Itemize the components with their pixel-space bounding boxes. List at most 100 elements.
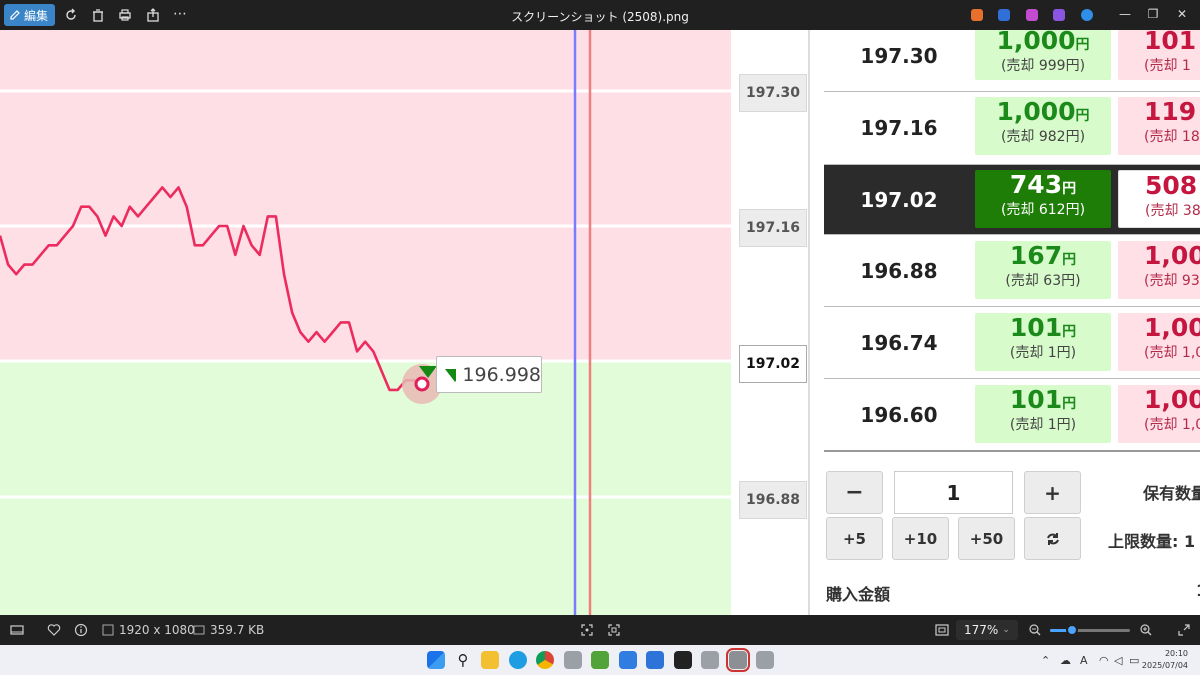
sell-cell[interactable]: 1,00 (売却 1,00 <box>1118 313 1200 371</box>
ime-indicator[interactable]: A <box>1080 654 1088 667</box>
buy-amount: 167 <box>1009 241 1063 270</box>
edge-icon[interactable] <box>509 651 527 669</box>
file-explorer-icon[interactable] <box>481 651 499 669</box>
sell-sub: (売却 18 <box>1144 129 1200 145</box>
down-triangle-icon <box>445 368 457 382</box>
photos-icon[interactable] <box>646 651 664 669</box>
chevron-down-icon: ⌄ <box>1002 625 1010 635</box>
table-row: 196.60 101円 (売却 1円) 1,00 (売却 1,00 <box>824 379 1200 452</box>
info-icon[interactable] <box>74 623 88 637</box>
app-icon[interactable] <box>756 651 774 669</box>
axis-label: 196.88 <box>739 481 807 519</box>
row-price: 197.02 <box>860 188 938 212</box>
reset-button[interactable] <box>1024 517 1081 560</box>
sell-cell[interactable]: 119 (売却 18 <box>1118 97 1200 155</box>
status-bar: 1920 x 1080 359.7 KB 177% ⌄ <box>0 615 1200 645</box>
sell-cell[interactable]: 508 (売却 38 <box>1118 170 1200 228</box>
lower-zone <box>0 361 731 615</box>
cloud-icon[interactable]: ☁ <box>1060 654 1071 667</box>
divider <box>808 30 810 615</box>
buy-unit: 円 <box>1062 324 1077 340</box>
sell-cell[interactable]: 1,00 (売却 1,00 <box>1118 385 1200 443</box>
window-title: スクリーンショット (2508).png <box>511 10 689 24</box>
app-icon[interactable] <box>674 651 692 669</box>
plus-5-button[interactable]: +5 <box>826 517 883 560</box>
app-icon[interactable] <box>701 651 719 669</box>
wifi-icon[interactable]: ◠ <box>1099 654 1109 667</box>
increment-button[interactable]: + <box>1024 471 1081 514</box>
taskbar: ⚲ ⌃ ☁ A ◠ ◁ ▭ 20:10 2025/07/04 <box>0 645 1200 675</box>
designer-icon[interactable] <box>998 9 1010 21</box>
zoom-in-icon[interactable] <box>1139 623 1153 637</box>
onenote-icon[interactable] <box>1053 9 1065 21</box>
chrome-icon[interactable] <box>536 651 554 669</box>
search-icon[interactable]: ⚲ <box>454 651 472 669</box>
restore-icon[interactable]: ❐ <box>1145 7 1161 21</box>
table-row-current: 197.02 743円 (売却 612円) 508 (売却 38 <box>824 165 1200 235</box>
chart-svg <box>0 30 731 615</box>
minimize-icon[interactable]: — <box>1117 7 1133 21</box>
chevron-up-icon[interactable]: ⌃ <box>1041 654 1050 667</box>
image-size-icon <box>101 623 115 637</box>
buy-cell[interactable]: 167円 (売却 63円) <box>975 241 1111 299</box>
buy-amount: 101 <box>1009 385 1063 414</box>
buy-cell[interactable]: 101円 (売却 1円) <box>975 385 1111 443</box>
buy-sub: (売却 982円) <box>1000 129 1086 145</box>
file-size: 359.7 KB <box>192 623 264 637</box>
sell-sub: (売却 1,00 <box>1144 417 1200 433</box>
quantity-input[interactable]: 1 <box>894 471 1013 514</box>
buy-cell[interactable]: 743円 (売却 612円) <box>975 170 1111 228</box>
filesize-text: 359.7 KB <box>210 623 265 637</box>
purchase-amount-label: 購入金額 <box>826 585 891 604</box>
price-axis: 197.30 197.16 197.02 196.88 <box>731 30 824 615</box>
row-price: 196.60 <box>860 403 938 427</box>
clipchamp-icon[interactable] <box>1026 9 1038 21</box>
paint-icon[interactable] <box>591 651 609 669</box>
buy-amount: 1,000 <box>996 97 1076 126</box>
sell-cell[interactable]: 1,00 (売却 93 <box>1118 241 1200 299</box>
buy-cell[interactable]: 1,000円 (売却 999円) <box>975 30 1111 80</box>
row-price: 196.74 <box>860 331 938 355</box>
app-icon[interactable] <box>564 651 582 669</box>
buy-sub: (売却 1円) <box>1009 417 1077 433</box>
axis-label: 197.16 <box>739 209 807 247</box>
table-row: 197.16 1,000円 (売却 982円) 119 (売却 18 <box>824 92 1200 165</box>
app-icon-active[interactable] <box>726 648 750 672</box>
zoom-slider-thumb[interactable] <box>1065 624 1078 636</box>
sell-amount: 1,00 <box>1144 313 1200 342</box>
buy-unit: 円 <box>1062 396 1077 412</box>
zoom-dropdown[interactable]: 177% ⌄ <box>956 620 1018 640</box>
sell-cell[interactable]: 101 (売却 1 <box>1118 30 1200 80</box>
marker-value: 196.998 <box>462 363 541 386</box>
favorite-icon[interactable] <box>47 623 61 637</box>
photos-app-window: { "titlebar": { "edit_label": "編集", "win… <box>0 0 1200 675</box>
clock[interactable]: 20:10 2025/07/04 <box>1142 648 1188 672</box>
close-icon[interactable]: ✕ <box>1174 7 1190 21</box>
crop-icon[interactable] <box>580 623 594 637</box>
decrement-button[interactable]: − <box>826 471 883 514</box>
notepad-icon[interactable] <box>619 651 637 669</box>
fit-window-icon[interactable] <box>935 623 949 637</box>
buy-cell[interactable]: 101円 (売却 1円) <box>975 313 1111 371</box>
last-price-dot <box>414 376 430 392</box>
volume-icon[interactable]: ◁ <box>1114 654 1122 667</box>
onedrive-icon[interactable] <box>1081 9 1093 21</box>
buy-amount: 101 <box>1009 313 1063 342</box>
sell-amount: 1,00 <box>1144 385 1200 414</box>
title-bar: 編集 ⋯ スクリーンショット (2508).png — ❐ ✕ <box>0 0 1200 30</box>
plus-50-button[interactable]: +50 <box>958 517 1015 560</box>
buy-cell[interactable]: 1,000円 (売却 982円) <box>975 97 1111 155</box>
filmstrip-icon[interactable] <box>10 623 24 637</box>
start-icon[interactable] <box>427 651 445 669</box>
buy-unit: 円 <box>1075 108 1090 124</box>
refresh-icon <box>1046 532 1059 545</box>
text-select-icon[interactable] <box>607 623 621 637</box>
copilot-icon[interactable] <box>971 9 983 21</box>
battery-icon[interactable]: ▭ <box>1129 654 1139 667</box>
zoom-out-icon[interactable] <box>1028 623 1042 637</box>
fullscreen-icon[interactable] <box>1177 623 1191 637</box>
sell-amount: 508 <box>1145 171 1198 200</box>
plus-10-button[interactable]: +10 <box>892 517 949 560</box>
zoom-slider[interactable] <box>1050 624 1130 636</box>
buy-sub: (売却 612円) <box>1000 202 1086 218</box>
